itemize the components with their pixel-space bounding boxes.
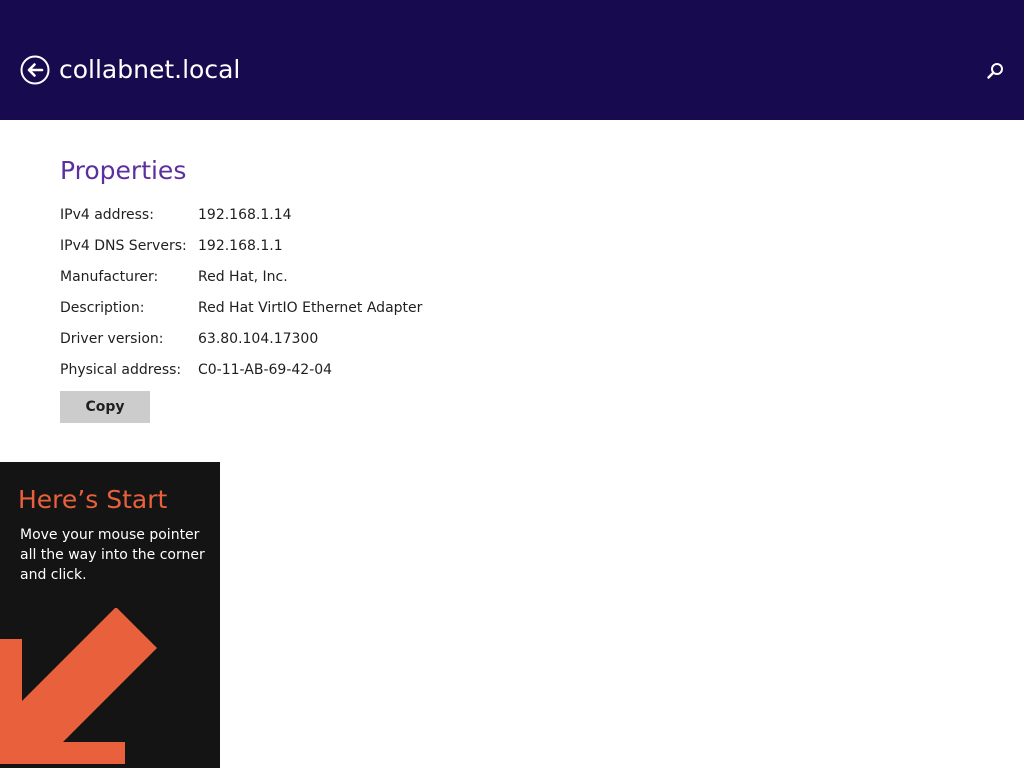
property-label: IPv4 address:: [60, 207, 154, 223]
property-label: IPv4 DNS Servers:: [60, 238, 187, 254]
property-row-driver-version: Driver version: 63.80.104.17300: [60, 328, 540, 359]
property-value: 192.168.1.1: [198, 238, 283, 254]
property-label: Driver version:: [60, 331, 164, 347]
property-value: 63.80.104.17300: [198, 331, 319, 347]
property-label: Physical address:: [60, 362, 182, 378]
property-row-manufacturer: Manufacturer: Red Hat, Inc.: [60, 266, 540, 297]
arrow-down-left-icon: [0, 608, 157, 764]
property-row-ipv4-dns-servers: IPv4 DNS Servers: 192.168.1.1: [60, 235, 540, 266]
search-icon[interactable]: [984, 60, 1006, 82]
property-row-description: Description: Red Hat VirtIO Ethernet Ada…: [60, 297, 540, 328]
property-value: C0-11-AB-69-42-04: [198, 362, 333, 378]
page-title: collabnet.local: [59, 55, 241, 84]
property-value: 192.168.1.14: [198, 207, 292, 223]
property-row-physical-address: Physical address: C0-11-AB-69-42-04: [60, 359, 540, 390]
property-label: Description:: [60, 300, 145, 316]
property-row-ipv4-address: IPv4 address: 192.168.1.14: [60, 204, 540, 235]
copy-button[interactable]: Copy: [60, 391, 150, 423]
properties-heading: Properties: [60, 156, 187, 185]
back-arrow-icon[interactable]: [20, 55, 50, 85]
properties-list: IPv4 address: 192.168.1.14 IPv4 DNS Serv…: [60, 204, 540, 390]
start-tip-panel: Here’s Start Move your mouse pointer all…: [0, 462, 220, 768]
tip-title: Here’s Start: [18, 485, 168, 514]
tip-body: Move your mouse pointer all the way into…: [20, 527, 205, 583]
property-value: Red Hat VirtIO Ethernet Adapter: [198, 300, 423, 316]
property-value: Red Hat, Inc.: [198, 269, 288, 285]
app-header: collabnet.local: [0, 0, 1024, 120]
property-label: Manufacturer:: [60, 269, 159, 285]
